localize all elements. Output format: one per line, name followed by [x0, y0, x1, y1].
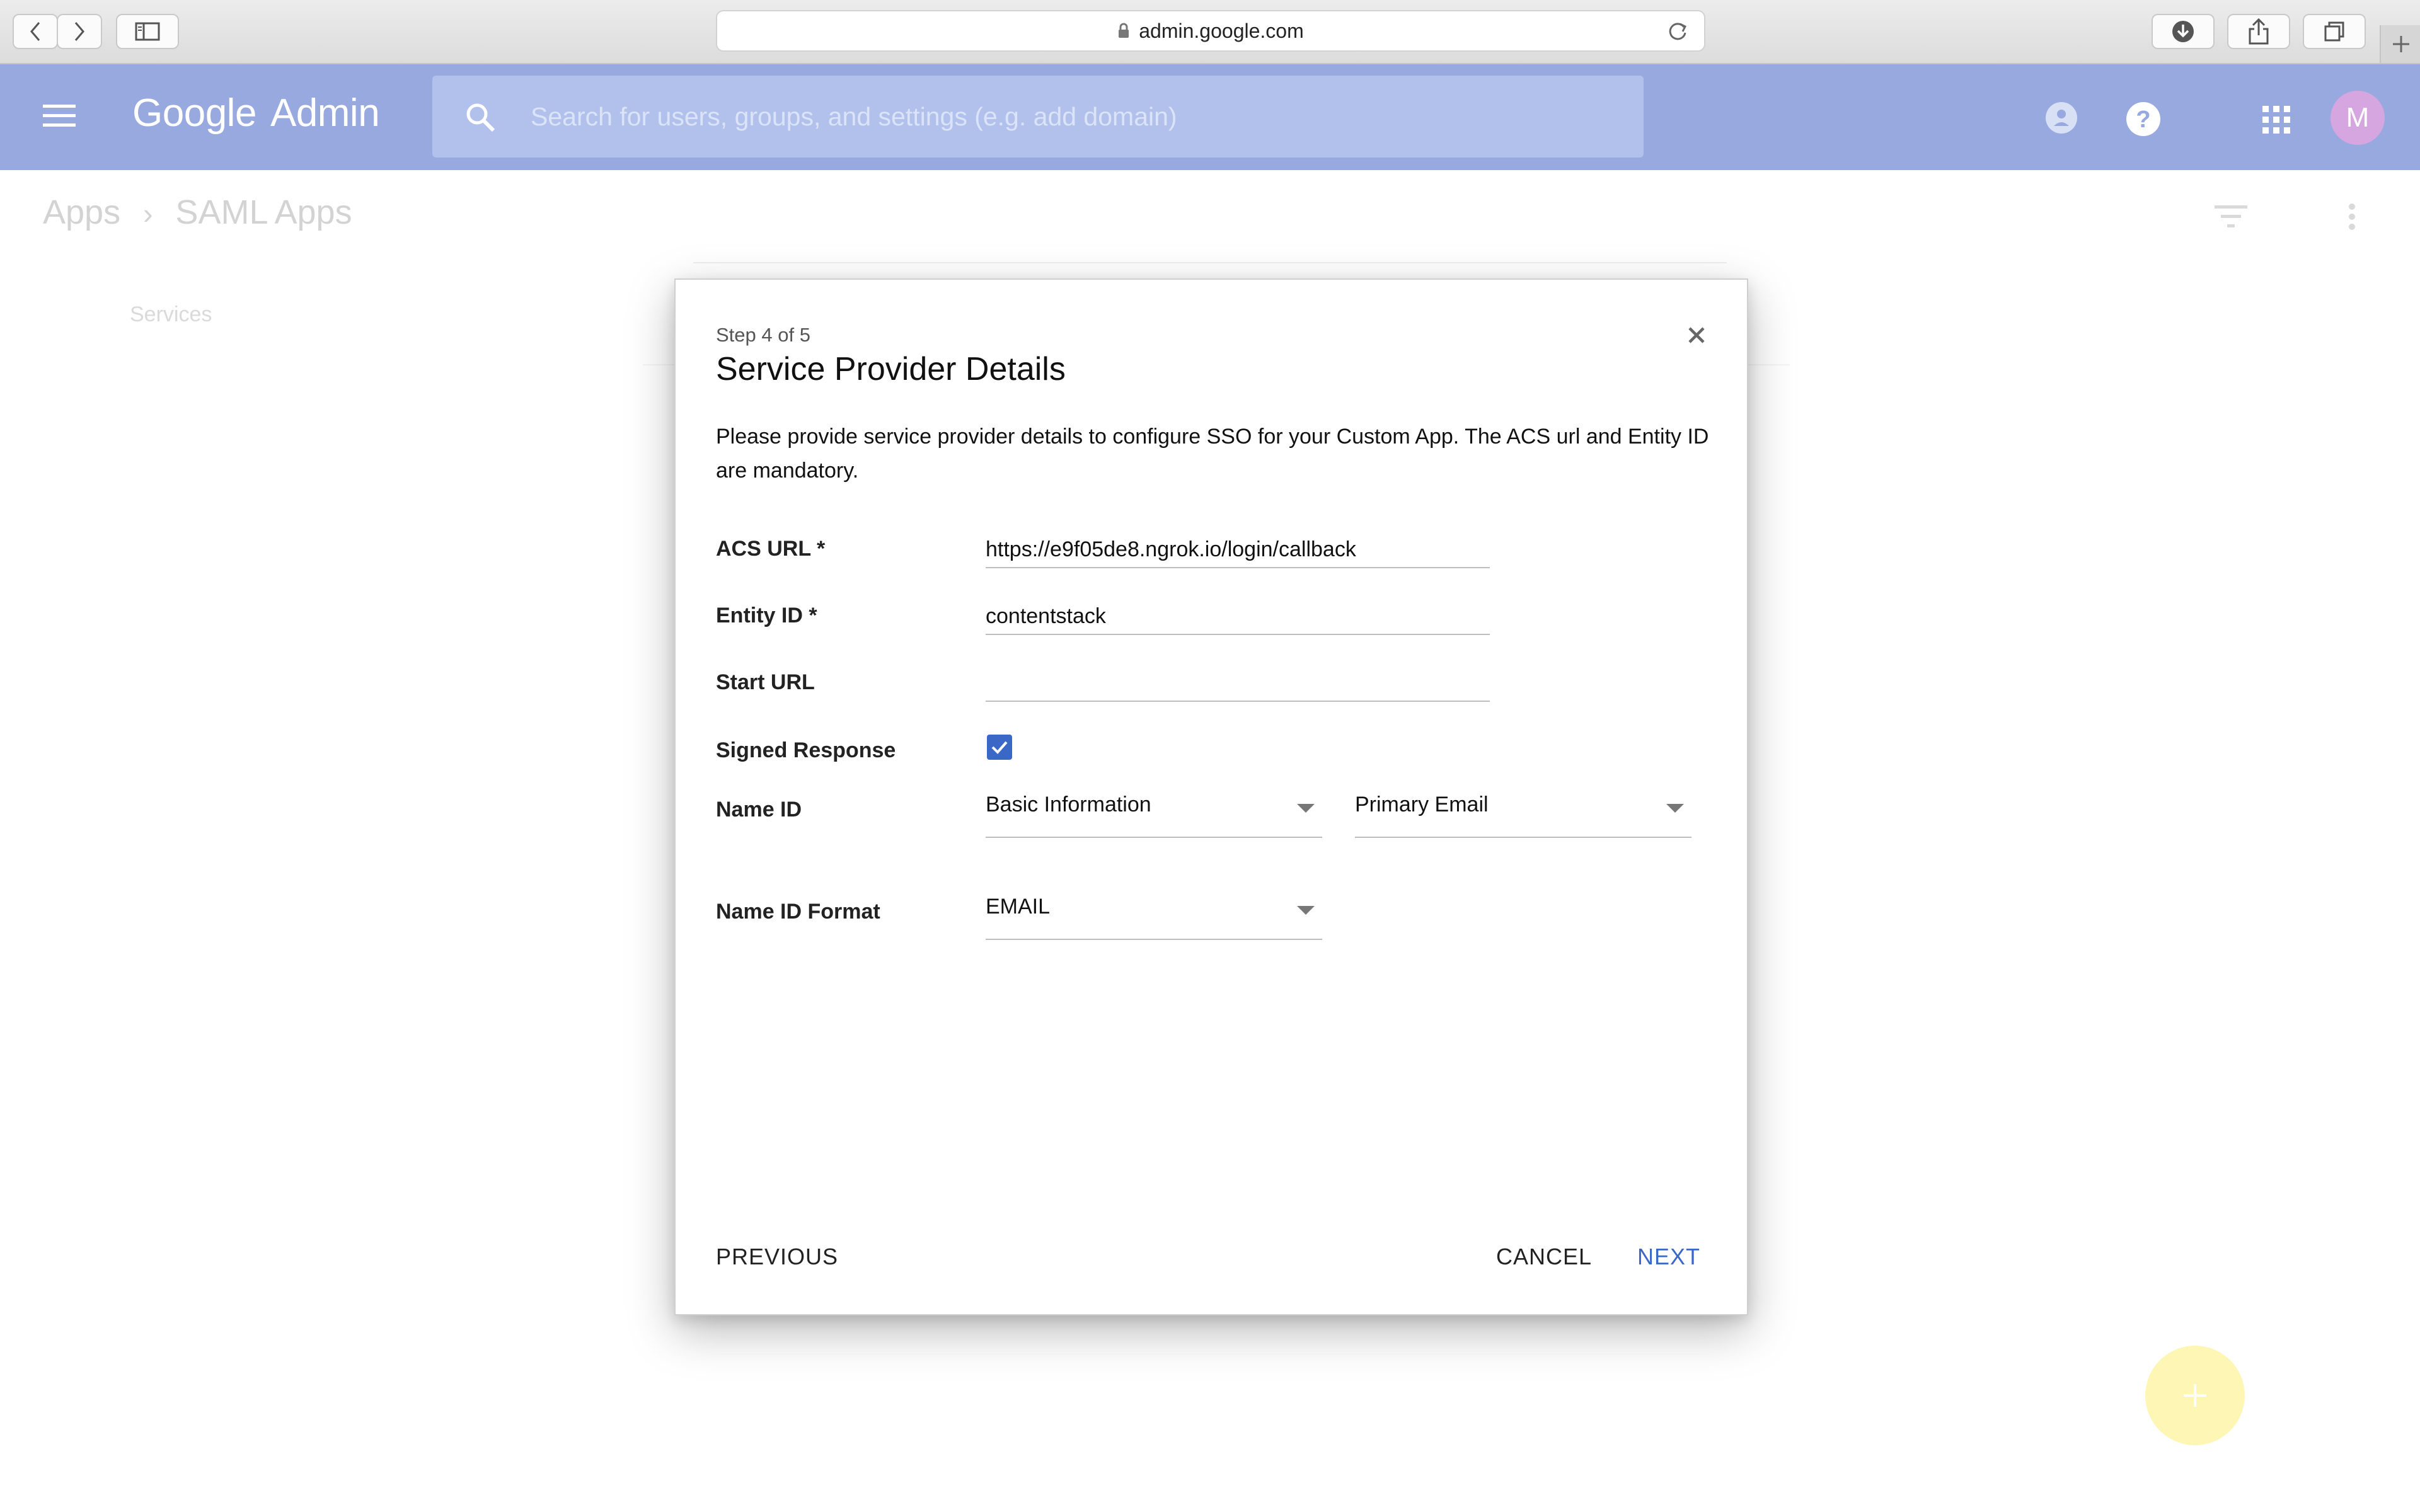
acs-url-label: ACS URL *: [716, 537, 826, 561]
help-icon[interactable]: ?: [2125, 101, 2162, 137]
svg-text:?: ?: [2136, 106, 2150, 133]
services-label: Services: [130, 302, 212, 326]
close-button[interactable]: [1680, 319, 1713, 352]
filter-icon[interactable]: [2215, 204, 2247, 229]
address-url: admin.google.com: [1139, 19, 1304, 42]
dropdown-arrow-icon: [1297, 906, 1315, 915]
checkmark-icon: [991, 741, 1008, 754]
tabs-overview-button[interactable]: [2303, 14, 2366, 49]
avatar[interactable]: M: [2331, 91, 2385, 145]
address-bar[interactable]: admin.google.com: [716, 10, 1705, 52]
name-id-label: Name ID: [716, 798, 802, 822]
breadcrumb-apps[interactable]: Apps: [43, 193, 120, 231]
search-icon: [466, 103, 495, 132]
avatar-initial: M: [2346, 102, 2370, 133]
breadcrumb-saml-apps[interactable]: SAML Apps: [175, 193, 352, 231]
share-icon: [2249, 18, 2269, 45]
lock-icon: [1119, 23, 1129, 38]
apps-grid-icon[interactable]: [2262, 106, 2290, 134]
name-id-category-select[interactable]: Basic Information: [986, 790, 1322, 838]
dialog-description: Please provide service provider details …: [716, 425, 1709, 483]
start-url-label: Start URL: [716, 670, 815, 694]
acs-url-field[interactable]: [986, 532, 1490, 568]
menu-icon[interactable]: [43, 103, 76, 129]
name-id-category-value: Basic Information: [986, 793, 1151, 816]
dropdown-arrow-icon: [1297, 804, 1315, 813]
name-id-format-select[interactable]: EMAIL: [986, 892, 1322, 940]
chevron-right-icon: [74, 22, 84, 41]
previous-button[interactable]: PREVIOUS: [716, 1244, 838, 1270]
account-alert-icon[interactable]: [2044, 101, 2078, 135]
entity-id-label: Entity ID *: [716, 604, 817, 627]
breadcrumb-separator: ›: [143, 197, 153, 230]
service-provider-dialog: Step 4 of 5 Service Provider Details Ple…: [674, 278, 1748, 1315]
sidebar-toggle-button[interactable]: [116, 14, 179, 49]
dropdown-arrow-icon: [1666, 804, 1684, 813]
dialog-title: Service Provider Details: [716, 351, 1066, 387]
signed-response-label: Signed Response: [716, 738, 896, 762]
forward-button[interactable]: [57, 14, 102, 49]
chevron-left-icon: [30, 22, 40, 41]
breadcrumb: Apps › SAML Apps: [43, 193, 352, 232]
entity-id-field[interactable]: [986, 598, 1490, 635]
more-vert-icon[interactable]: [2348, 203, 2356, 231]
new-tab-button[interactable]: [2380, 25, 2420, 63]
name-id-attribute-select[interactable]: Primary Email: [1355, 790, 1691, 838]
browser-toolbar: admin.google.com: [0, 0, 2420, 64]
name-id-format-value: EMAIL: [986, 895, 1051, 919]
name-id-attribute-value: Primary Email: [1355, 793, 1489, 816]
tabs-icon: [2324, 21, 2344, 42]
search-input[interactable]: Search for users, groups, and settings (…: [531, 102, 1177, 132]
step-indicator: Step 4 of 5: [716, 324, 810, 346]
sidebar-icon: [135, 22, 160, 41]
background-divider: [693, 262, 1727, 263]
next-button[interactable]: NEXT: [1637, 1244, 1700, 1270]
share-button[interactable]: [2227, 14, 2290, 49]
downloads-button[interactable]: [2152, 14, 2215, 49]
download-icon: [2172, 21, 2194, 42]
back-button[interactable]: [13, 14, 58, 49]
name-id-format-label: Name ID Format: [716, 900, 880, 924]
app-header: Google Admin Search for users, groups, an…: [0, 64, 2420, 170]
plus-icon: [2393, 36, 2409, 52]
google-admin-logo[interactable]: Google Admin: [132, 91, 380, 135]
cancel-button[interactable]: CANCEL: [1496, 1244, 1592, 1270]
add-fab-button[interactable]: [2145, 1346, 2245, 1445]
logo-admin-text: Admin: [270, 91, 380, 135]
logo-google-text: Google: [132, 91, 256, 135]
search-box[interactable]: Search for users, groups, and settings (…: [432, 76, 1644, 158]
close-icon: [1688, 327, 1705, 343]
plus-icon: [2184, 1384, 2206, 1407]
signed-response-checkbox[interactable]: [987, 735, 1012, 760]
start-url-field[interactable]: [986, 665, 1490, 702]
reload-icon[interactable]: [1665, 19, 1690, 44]
